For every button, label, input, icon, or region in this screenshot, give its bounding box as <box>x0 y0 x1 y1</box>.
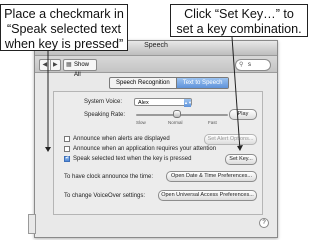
toolbar: ◀ ▶ ▦ Show All ⚲ s <box>35 56 277 78</box>
open-universal-access-preferences-button[interactable]: Open Universal Access Preferences... <box>158 190 257 201</box>
clock-announce-label: To have clock announce the time: <box>64 174 154 180</box>
set-alert-options-button[interactable]: Set Alert Options... <box>204 134 257 145</box>
back-arrow-icon[interactable]: ◀ <box>40 60 51 70</box>
speech-preferences-window: Speech ◀ ▶ ▦ Show All ⚲ s Speech Recogni… <box>34 40 278 238</box>
instruction-callout-set-key: Click “Set Key…” to set a key combinatio… <box>170 4 308 37</box>
callout-line: set a key combination. <box>176 22 302 36</box>
tab-bar: Speech Recognition Text to Speech <box>109 77 230 89</box>
announce-app-attention-checkbox[interactable] <box>64 146 70 152</box>
announce-alerts-label: Announce when alerts are displayed <box>73 136 170 142</box>
speak-selected-text-checkbox[interactable]: ✓ <box>64 154 71 162</box>
search-value: s <box>248 62 251 68</box>
play-button[interactable]: Play <box>229 109 257 120</box>
voiceover-settings-label: To change VoiceOver settings: <box>64 193 146 199</box>
system-voice-select[interactable]: Alex ▲▼ <box>134 98 192 107</box>
text-to-speech-panel: System Voice: Alex ▲▼ Speaking Rate: Slo… <box>53 91 263 215</box>
search-icon: ⚲ <box>239 62 244 68</box>
show-all-label: Show All <box>74 62 90 78</box>
search-field[interactable]: ⚲ s <box>235 59 271 71</box>
callout-line: “Speak selected text <box>6 22 122 36</box>
speak-selected-text-label: Speak selected text when the key is pres… <box>73 156 192 162</box>
speaking-rate-slider-knob[interactable] <box>173 110 181 118</box>
speaking-rate-label: Speaking Rate: <box>84 112 126 118</box>
speaking-rate-slider-track[interactable] <box>136 114 228 116</box>
callout-line: Place a checkmark in <box>4 7 124 21</box>
tab-speech-recognition[interactable]: Speech Recognition <box>110 78 176 88</box>
open-date-time-preferences-button[interactable]: Open Date & Time Preferences... <box>166 171 257 182</box>
announce-alerts-checkbox[interactable] <box>64 136 70 142</box>
checkmark-icon: ✓ <box>65 154 71 161</box>
forward-arrow-icon[interactable]: ▶ <box>51 60 61 70</box>
instruction-callout-checkmark: Place a checkmark in “Speak selected tex… <box>0 4 128 51</box>
help-button[interactable]: ? <box>259 218 269 228</box>
show-all-button[interactable]: ▦ Show All <box>63 59 97 78</box>
set-key-button[interactable]: Set Key... <box>225 154 257 165</box>
rate-tick-fast: Fast <box>208 120 217 125</box>
announce-app-attention-label: Announce when an application requires yo… <box>73 146 217 152</box>
rate-tick-slow: Slow <box>136 120 146 125</box>
system-voice-value: Alex <box>138 100 149 106</box>
tab-text-to-speech[interactable]: Text to Speech <box>175 78 229 88</box>
rate-tick-normal: Normal <box>168 120 183 125</box>
grid-icon: ▦ <box>66 62 72 68</box>
back-forward-buttons: ◀ ▶ <box>39 59 61 71</box>
callout-line: when key is pressed” <box>4 37 124 51</box>
system-voice-label: System Voice: <box>84 99 123 105</box>
callout-line: Click “Set Key…” to <box>184 7 294 21</box>
window-edge-handle <box>28 214 36 234</box>
chevron-down-icon: ▲▼ <box>184 99 192 107</box>
